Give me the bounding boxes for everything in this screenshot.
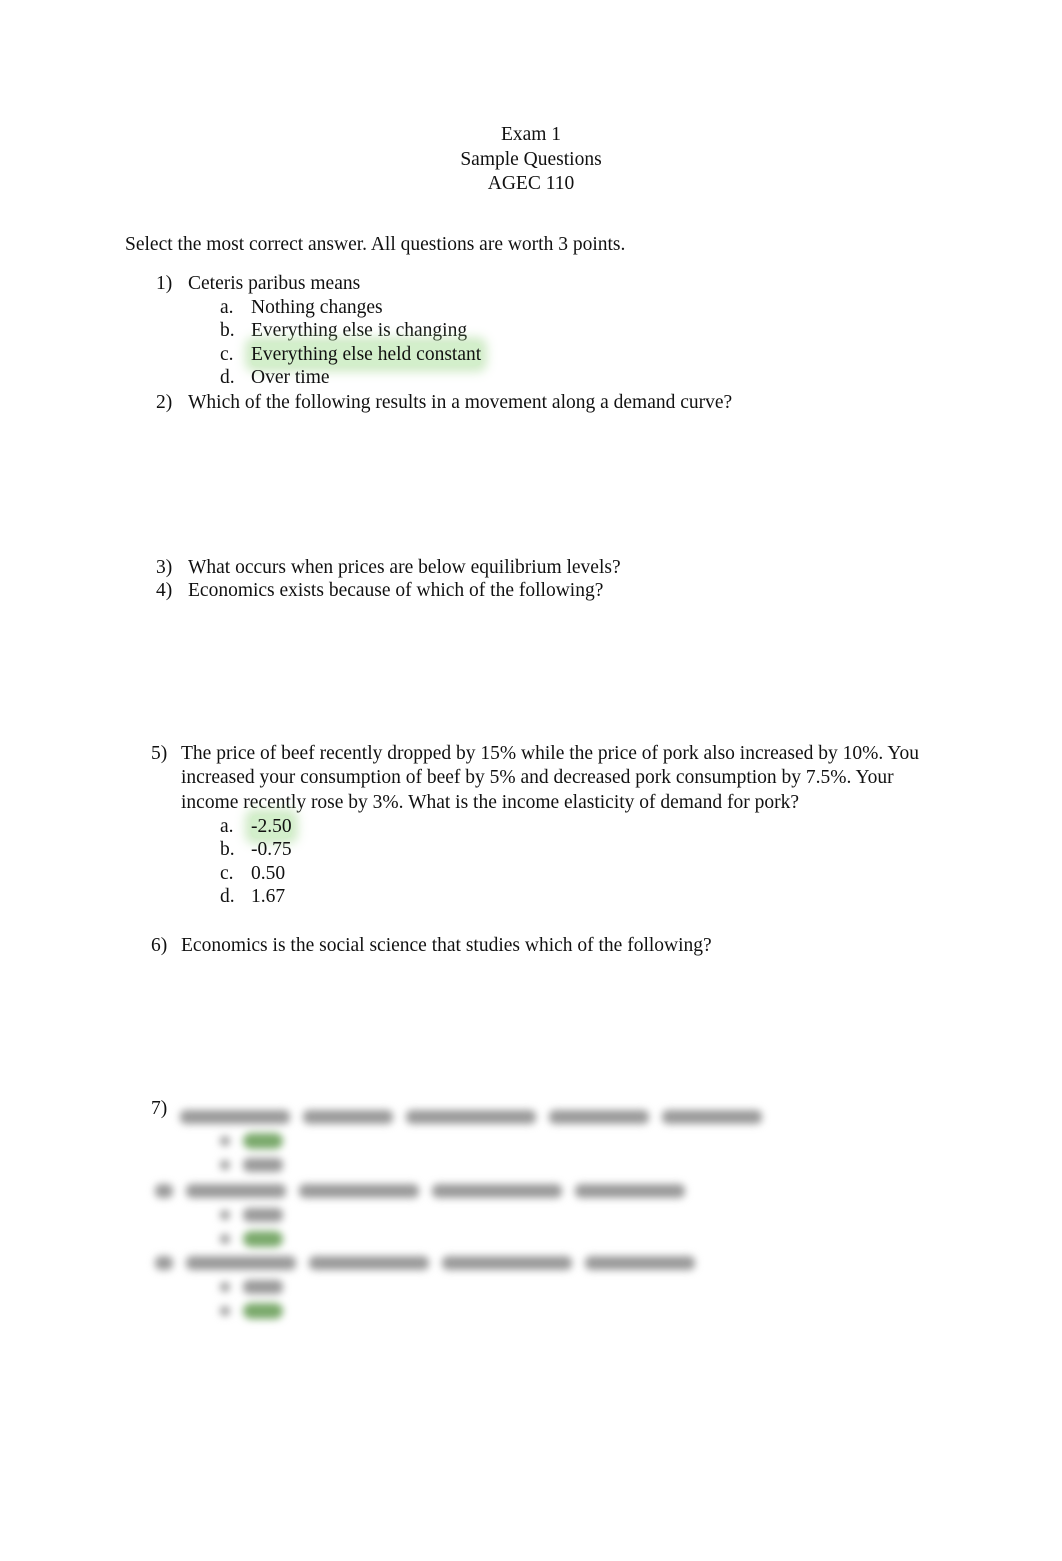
option-letter: d. xyxy=(220,367,235,388)
question-number: 1) xyxy=(156,273,173,294)
question-text: What occurs when prices are below equili… xyxy=(188,557,621,578)
option-text: 1.67 xyxy=(251,886,286,908)
blurred-text xyxy=(242,1279,283,1294)
option-text: 0.50 xyxy=(251,862,286,884)
blurred-letter xyxy=(220,1209,230,1220)
question-number: 2) xyxy=(156,392,173,413)
course-code: AGEC 110 xyxy=(487,173,575,194)
blurred-text xyxy=(242,1207,283,1222)
blurred-text xyxy=(574,1183,685,1198)
option-b[interactable]: b. Everything else is changing xyxy=(220,319,956,343)
question-2: 2) Which of the following results in a m… xyxy=(156,391,956,415)
blurred-text xyxy=(441,1255,572,1270)
exam-subtitle: Sample Questions xyxy=(460,148,602,170)
question-4: 4) Economics exists because of which of … xyxy=(156,579,956,603)
question-1: 1) Ceteris paribus means a. Nothing chan… xyxy=(156,272,956,390)
blurred-highlight xyxy=(242,1132,283,1149)
option-d[interactable]: d. 1.67 xyxy=(220,885,941,909)
instructions: Select the most correct answer. All ques… xyxy=(125,234,626,255)
blurred-highlight xyxy=(242,1302,283,1319)
document-header: Exam 1 Sample Questions AGEC 110 xyxy=(0,123,1062,197)
option-letter: d. xyxy=(220,886,235,908)
option-a[interactable]: a. -2.50 xyxy=(220,814,941,839)
option-c[interactable]: c. Everything else held constant xyxy=(220,342,956,366)
question-text: Ceteris paribus means xyxy=(188,273,361,294)
option-text-highlighted: Everything else held constant xyxy=(251,342,482,366)
option-a[interactable]: a. Nothing changes xyxy=(220,296,956,320)
blurred-text xyxy=(180,1109,290,1124)
blurred-text xyxy=(298,1183,419,1198)
option-letter: c. xyxy=(220,862,234,884)
option-text: Over time xyxy=(251,367,330,388)
blurred-letter xyxy=(220,1159,230,1170)
blurred-number xyxy=(155,1255,173,1270)
option-d[interactable]: d. Over time xyxy=(220,366,956,390)
question-5: 5) The price of beef recently dropped by… xyxy=(151,742,941,909)
question-text: Economics exists because of which of the… xyxy=(188,580,604,601)
question-6: 6) Economics is the social science that … xyxy=(151,934,951,958)
option-text: -0.75 xyxy=(251,839,292,861)
option-letter: b. xyxy=(220,320,235,341)
options-list: a. -2.50 b. -0.75 c. 0.50 d. 1.67 xyxy=(220,814,941,909)
blurred-letter xyxy=(220,1281,230,1292)
exam-title: Exam 1 xyxy=(500,124,562,145)
blurred-text xyxy=(185,1255,296,1270)
question-3: 3) What occurs when prices are below equ… xyxy=(156,556,956,580)
blurred-text xyxy=(431,1183,562,1198)
question-number: 3) xyxy=(156,557,173,578)
blurred-number xyxy=(155,1183,173,1198)
option-letter: a. xyxy=(220,815,234,837)
option-text-highlighted: -2.50 xyxy=(251,814,292,839)
blurred-text xyxy=(584,1255,695,1270)
question-text: The price of beef recently dropped by 15… xyxy=(181,743,920,813)
blurred-letter xyxy=(220,1233,230,1244)
blurred-text xyxy=(308,1255,429,1270)
option-letter: b. xyxy=(220,839,235,861)
question-text: Which of the following results in a move… xyxy=(188,392,733,413)
question-text: Economics is the social science that stu… xyxy=(181,935,712,956)
option-letter: a. xyxy=(220,296,234,318)
blurred-letter xyxy=(220,1135,230,1146)
question-number: 4) xyxy=(156,580,173,601)
question-number: 5) xyxy=(151,743,168,764)
blurred-highlight xyxy=(242,1230,283,1247)
blurred-text xyxy=(405,1109,536,1124)
option-text: Everything else is changing xyxy=(251,320,468,341)
blurred-content xyxy=(150,1100,790,1320)
blurred-text xyxy=(302,1109,393,1124)
question-number: 6) xyxy=(151,935,168,956)
blurred-text xyxy=(185,1183,286,1198)
option-b[interactable]: b. -0.75 xyxy=(220,838,941,862)
blurred-text xyxy=(242,1157,283,1172)
option-letter: c. xyxy=(220,343,234,365)
blurred-text xyxy=(548,1109,649,1124)
option-c[interactable]: c. 0.50 xyxy=(220,862,941,886)
options-list: a. Nothing changes b. Everything else is… xyxy=(220,296,956,390)
option-text: Nothing changes xyxy=(251,296,383,318)
blurred-text xyxy=(661,1109,762,1124)
blurred-letter xyxy=(220,1305,230,1316)
